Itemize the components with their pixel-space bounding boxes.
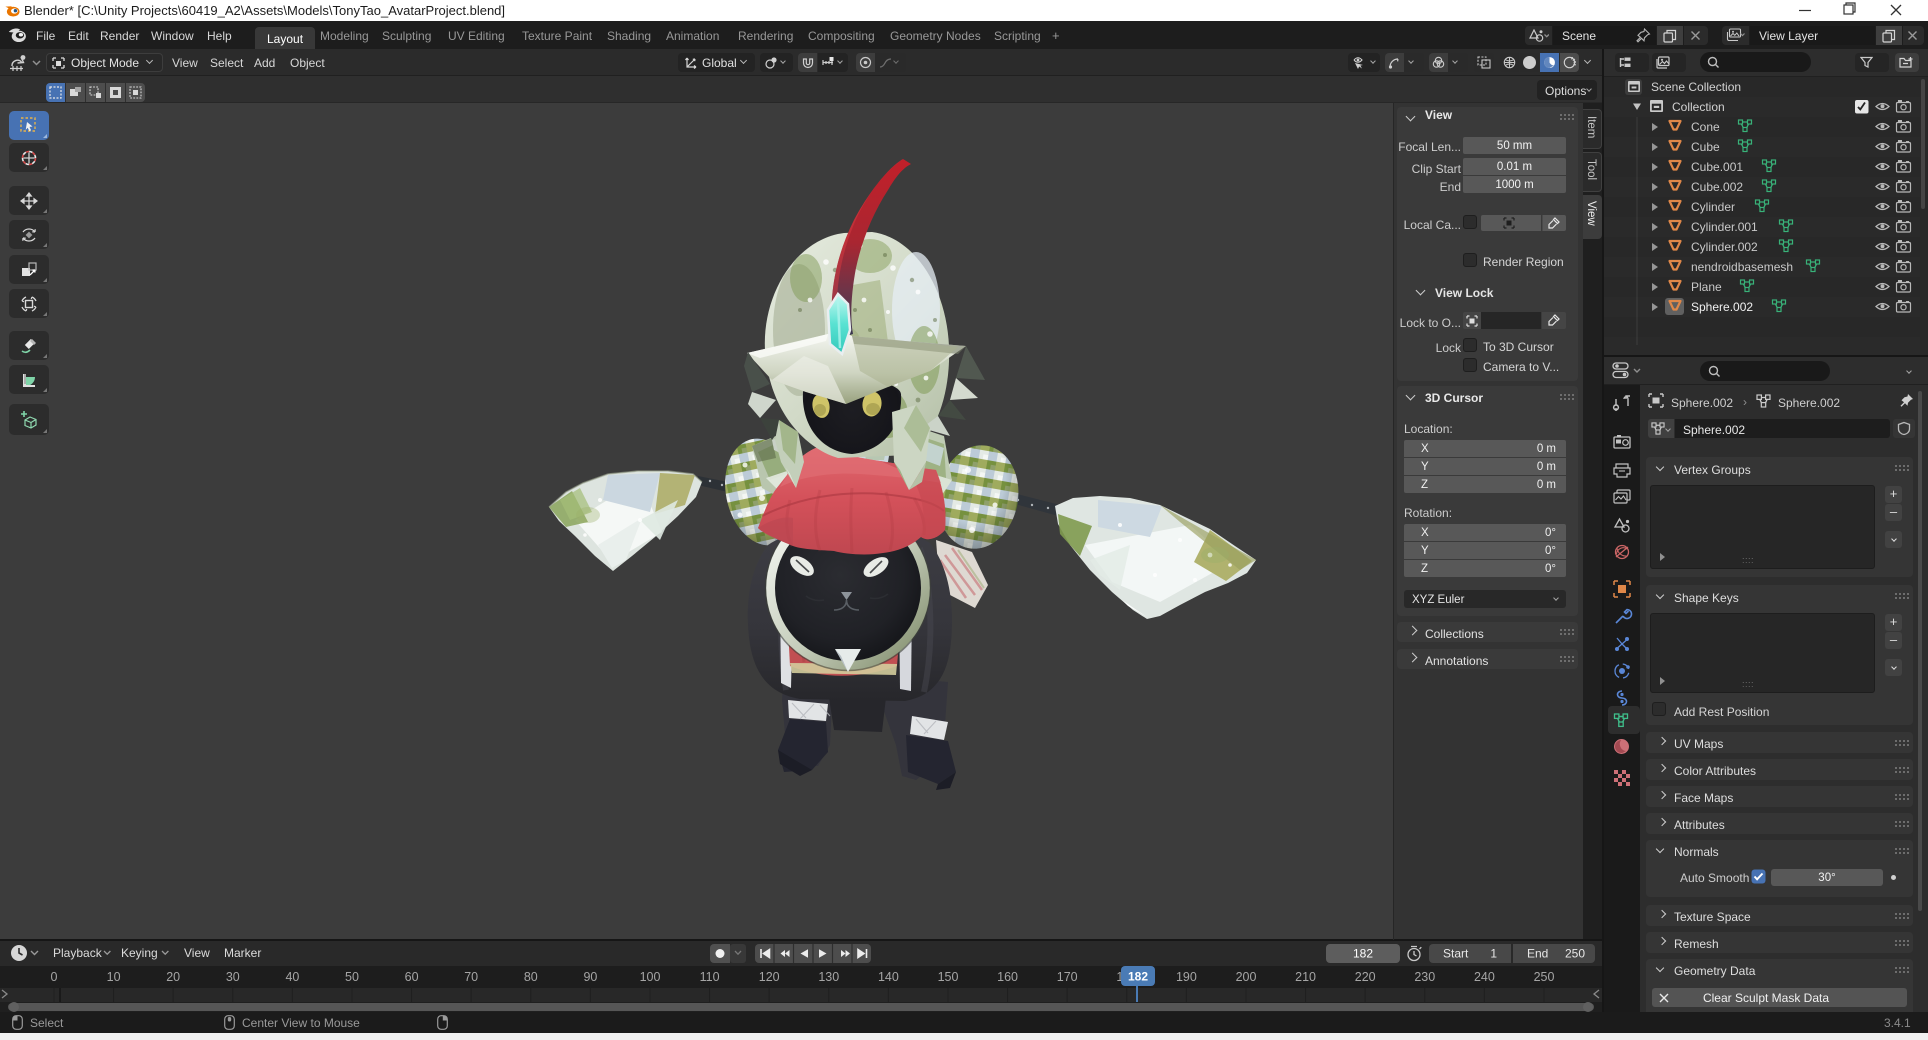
svg-text:Cylinder: Cylinder: [1691, 200, 1735, 214]
svg-text:190: 190: [1176, 970, 1197, 984]
svg-text:Sphere.002: Sphere.002: [1691, 300, 1753, 314]
svg-text:Marker: Marker: [224, 946, 261, 960]
svg-text:Cone: Cone: [1691, 120, 1720, 134]
svg-text:nendroidbasemesh: nendroidbasemesh: [1691, 260, 1793, 274]
svg-text:240: 240: [1474, 970, 1495, 984]
svg-text:40: 40: [285, 970, 299, 984]
svg-text:160: 160: [997, 970, 1018, 984]
svg-text:220: 220: [1355, 970, 1376, 984]
svg-text:Collection: Collection: [1672, 100, 1725, 114]
svg-text:Scene Collection: Scene Collection: [1651, 80, 1741, 94]
svg-text:Keying: Keying: [121, 946, 158, 960]
svg-text:210: 210: [1295, 970, 1316, 984]
svg-text:Cube: Cube: [1691, 140, 1720, 154]
svg-text:182: 182: [1353, 947, 1373, 961]
svg-text:Cube.002: Cube.002: [1691, 180, 1743, 194]
svg-text:50: 50: [345, 970, 359, 984]
svg-text:110: 110: [700, 970, 720, 984]
svg-text:60: 60: [405, 970, 419, 984]
svg-text:70: 70: [464, 970, 478, 984]
svg-text:View: View: [184, 946, 210, 960]
svg-text:Start: Start: [1443, 947, 1469, 961]
svg-text:230: 230: [1414, 970, 1435, 984]
svg-text:30: 30: [226, 970, 240, 984]
svg-text:200: 200: [1236, 970, 1257, 984]
svg-text:Cylinder.002: Cylinder.002: [1691, 240, 1758, 254]
svg-text:150: 150: [938, 970, 959, 984]
svg-text:80: 80: [524, 970, 538, 984]
svg-text:90: 90: [583, 970, 597, 984]
svg-text:140: 140: [878, 970, 899, 984]
svg-text:100: 100: [640, 970, 661, 984]
svg-text:0: 0: [51, 970, 58, 984]
svg-text:End: End: [1527, 947, 1548, 961]
svg-text:10: 10: [107, 970, 121, 984]
svg-text:20: 20: [166, 970, 180, 984]
svg-text:120: 120: [759, 970, 780, 984]
svg-text:130: 130: [818, 970, 839, 984]
svg-text:170: 170: [1057, 970, 1078, 984]
svg-text:250: 250: [1534, 970, 1555, 984]
svg-text:1: 1: [1490, 947, 1497, 961]
svg-text:Plane: Plane: [1691, 280, 1722, 294]
svg-text:182: 182: [1128, 970, 1148, 984]
svg-text:Cylinder.001: Cylinder.001: [1691, 220, 1758, 234]
svg-text:Playback: Playback: [53, 946, 103, 960]
svg-text:Cube.001: Cube.001: [1691, 160, 1743, 174]
svg-text:250: 250: [1565, 947, 1585, 961]
